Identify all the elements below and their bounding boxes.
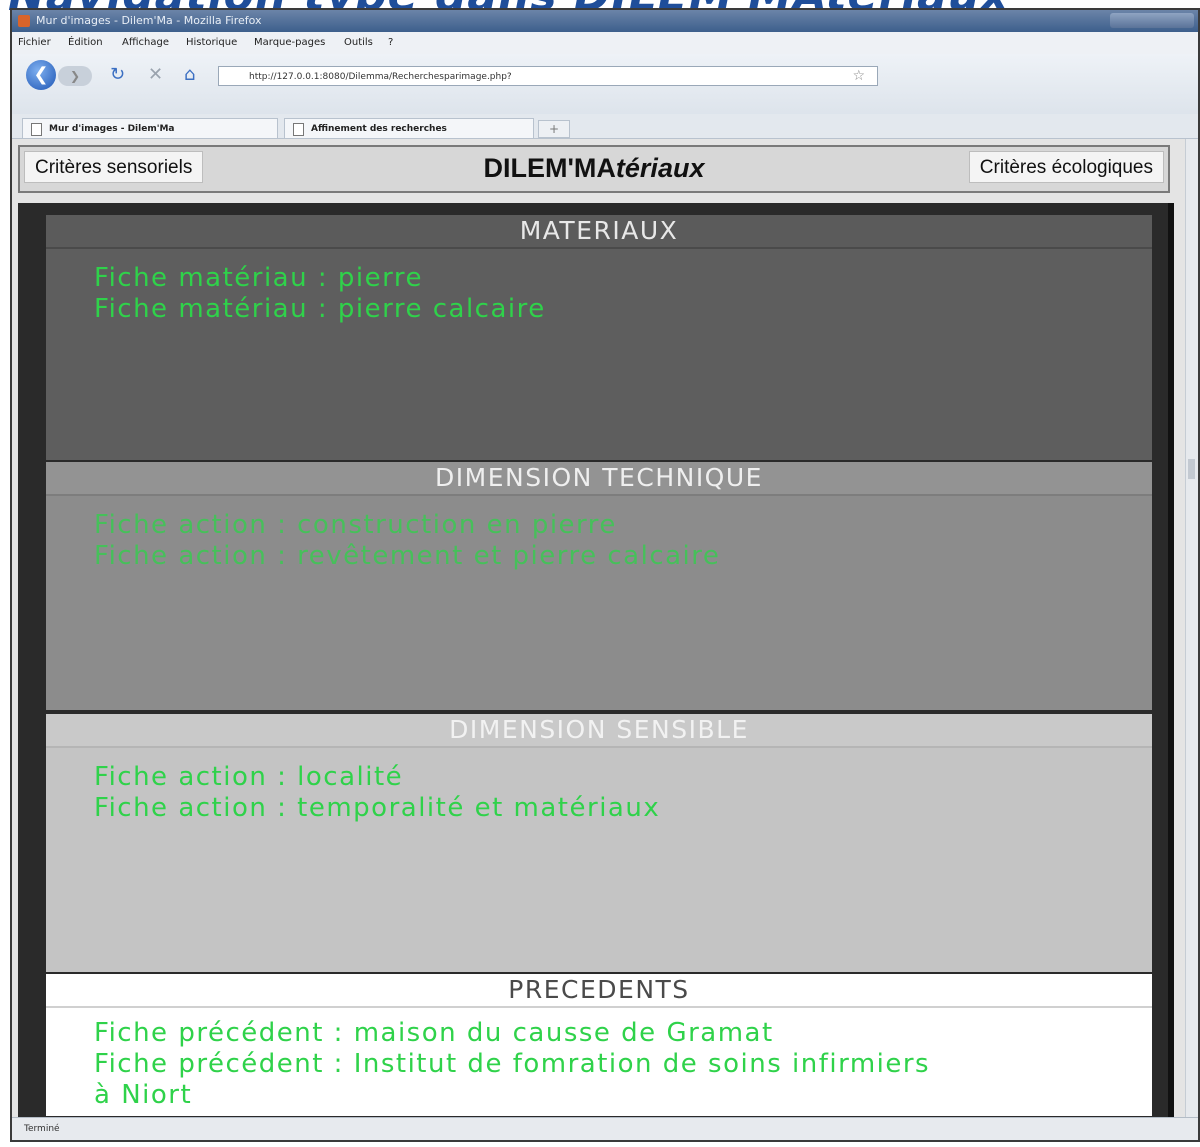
action-link[interactable]: Fiche action : revêtement et pierre calc…: [94, 541, 1152, 572]
status-bar: Terminé: [12, 1117, 1198, 1140]
tab-mur-images[interactable]: Mur d'images - Dilem'Ma: [22, 118, 278, 138]
url-bar[interactable]: http://127.0.0.1:8080/Dilemma/Recherches…: [218, 66, 878, 86]
material-link[interactable]: Fiche matériau : pierre calcaire: [94, 294, 1152, 325]
menu-help[interactable]: ?: [388, 37, 393, 48]
url-text: http://127.0.0.1:8080/Dilemma/Recherches…: [249, 72, 512, 82]
tab-label: Affinement des recherches: [311, 124, 447, 134]
app-header: DILEM'MAtériaux Critères sensoriels Crit…: [18, 145, 1170, 193]
precedent-link-continuation[interactable]: à Niort: [94, 1080, 1152, 1111]
menu-outils[interactable]: Outils: [344, 37, 373, 48]
menu-historique[interactable]: Historique: [186, 37, 237, 48]
menu-fichier[interactable]: Fichier: [18, 37, 51, 48]
section-title: PRECEDENTS: [46, 974, 1152, 1008]
window-controls[interactable]: [1110, 13, 1194, 28]
ecological-criteria-button[interactable]: Critères écologiques: [968, 151, 1164, 183]
tab-label: Mur d'images - Dilem'Ma: [49, 124, 175, 134]
menu-edition[interactable]: Édition: [68, 37, 103, 48]
section-dimension-technique: DIMENSION TECHNIQUE Fiche action : const…: [46, 462, 1152, 710]
sensory-criteria-button[interactable]: Critères sensoriels: [24, 151, 204, 183]
section-title: DIMENSION SENSIBLE: [46, 714, 1152, 748]
section-materiaux: MATERIAUX Fiche matériau : pierre Fiche …: [46, 215, 1152, 460]
page-icon: [293, 123, 304, 136]
action-link[interactable]: Fiche action : temporalité et matériaux: [94, 793, 1152, 824]
menu-bar: Fichier Édition Affichage Historique Mar…: [12, 32, 1198, 54]
section-dimension-sensible: DIMENSION SENSIBLE Fiche action : locali…: [46, 714, 1152, 972]
page-content: DILEM'MAtériaux Critères sensoriels Crit…: [12, 139, 1188, 1122]
brand-italic: tériaux: [615, 153, 705, 183]
navigation-toolbar: ❮ ❯ ↻ ✕ ⌂ http://127.0.0.1:8080/Dilemma/…: [12, 54, 1198, 122]
tab-affinement[interactable]: Affinement des recherches: [284, 118, 534, 138]
section-title: MATERIAUX: [46, 215, 1152, 249]
action-link[interactable]: Fiche action : construction en pierre: [94, 510, 1152, 541]
forward-arrow-icon[interactable]: ❯: [58, 66, 92, 86]
firefox-icon: [18, 15, 30, 27]
action-link[interactable]: Fiche action : localité: [94, 762, 1152, 793]
section-body: Fiche action : construction en pierre Fi…: [46, 496, 1152, 572]
section-title: DIMENSION TECHNIQUE: [46, 462, 1152, 496]
window-title: Mur d'images - Dilem'Ma - Mozilla Firefo…: [36, 14, 262, 27]
section-precedents: PRECEDENTS Fiche précédent : maison du c…: [46, 974, 1152, 1116]
new-tab-button[interactable]: +: [538, 120, 570, 138]
scrollbar-thumb[interactable]: [1188, 459, 1195, 479]
back-arrow-icon[interactable]: ❮: [26, 60, 56, 90]
precedent-link[interactable]: Fiche précédent : Institut de fomration …: [94, 1049, 1152, 1080]
section-body: Fiche action : localité Fiche action : t…: [46, 748, 1152, 824]
bookmark-star-icon[interactable]: ☆: [852, 66, 865, 86]
brand-main: DILEM'MA: [483, 153, 616, 183]
precedent-link[interactable]: Fiche précédent : maison du causse de Gr…: [94, 1018, 1152, 1049]
home-icon[interactable]: ⌂: [184, 64, 195, 85]
menu-affichage[interactable]: Affichage: [122, 37, 169, 48]
section-body: Fiche matériau : pierre Fiche matériau :…: [46, 249, 1152, 325]
section-body: Fiche précédent : maison du causse de Gr…: [46, 1008, 1152, 1111]
menu-marque-pages[interactable]: Marque-pages: [254, 37, 325, 48]
vertical-scrollbar[interactable]: [1185, 139, 1198, 1122]
tab-strip: Mur d'images - Dilem'Ma Affinement des r…: [12, 114, 1198, 139]
material-link[interactable]: Fiche matériau : pierre: [94, 263, 1152, 294]
browser-window: Mur d'images - Dilem'Ma - Mozilla Firefo…: [10, 8, 1200, 1142]
reload-icon[interactable]: ↻: [110, 64, 125, 85]
page-icon: [31, 123, 42, 136]
window-titlebar: Mur d'images - Dilem'Ma - Mozilla Firefo…: [12, 10, 1198, 32]
stop-icon[interactable]: ✕: [148, 64, 163, 85]
